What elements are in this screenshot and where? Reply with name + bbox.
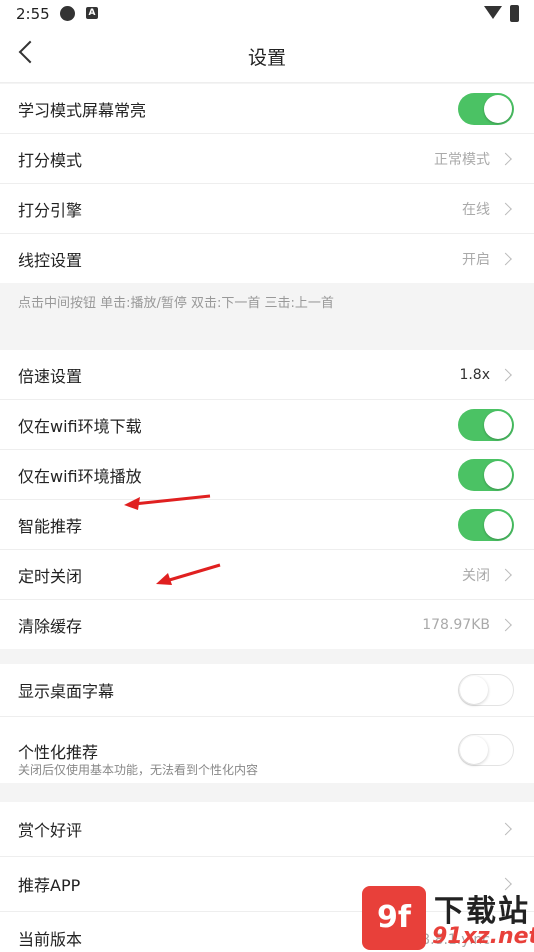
a-notification-icon: A <box>86 7 98 19</box>
chevron-right-icon <box>499 252 512 265</box>
smart-recommend-toggle[interactable] <box>458 508 514 541</box>
row-speed[interactable]: 倍速设置 1.8x <box>0 350 534 400</box>
toggle-knob <box>484 94 512 123</box>
desktop-lyrics-toggle[interactable] <box>458 674 514 706</box>
row-rate-app[interactable]: 赏个好评 <box>0 802 534 857</box>
row-value: 正常模式 <box>434 151 490 168</box>
row-desktop-lyrics: 显示桌面字幕 <box>0 664 534 717</box>
watermark: 9f 下载站 91xz.net <box>362 886 534 950</box>
toggle-knob <box>484 460 512 489</box>
row-label: 显示桌面字幕 <box>18 682 115 701</box>
settings-group-playback: 倍速设置 1.8x 仅在wifi环境下载 仅在wifi环境播放 智能推荐 定时关… <box>0 350 534 649</box>
row-value: 关闭 <box>462 567 490 584</box>
settings-group-display: 显示桌面字幕 个性化推荐 关闭后仅使用基本功能，无法看到个性化内容 <box>0 664 534 783</box>
personalized-recommend-toggle[interactable] <box>458 734 514 766</box>
row-label: 仅在wifi环境下载 <box>18 416 142 436</box>
row-wifi-play: 仅在wifi环境播放 <box>0 450 534 500</box>
annotation-arrow-1 <box>124 494 211 510</box>
row-wifi-download: 仅在wifi环境下载 <box>0 400 534 450</box>
watermark-text-bottom: 91xz.net <box>432 924 534 949</box>
row-label: 线控设置 <box>18 250 83 270</box>
row-study-mode-screen-on: 学习模式屏幕常亮 <box>0 84 534 134</box>
row-sublabel: 关闭后仅使用基本功能，无法看到个性化内容 <box>18 763 259 777</box>
app-notification-icon <box>60 6 75 21</box>
status-time: 2:55 <box>16 5 50 23</box>
row-label: 打分引擎 <box>18 200 83 220</box>
battery-icon <box>510 5 519 22</box>
chevron-right-icon <box>499 568 512 581</box>
row-label: 个性化推荐 <box>18 743 99 762</box>
row-label: 推荐APP <box>18 876 81 895</box>
toggle-knob <box>484 410 512 439</box>
app-header: 设置 <box>0 28 534 83</box>
row-label: 当前版本 <box>18 930 83 949</box>
chevron-right-icon <box>499 618 512 631</box>
watermark-logo: 9f <box>362 886 426 950</box>
row-personalized-recommend: 个性化推荐 关闭后仅使用基本功能，无法看到个性化内容 <box>0 717 534 783</box>
row-label: 清除缓存 <box>18 616 83 636</box>
wifi-download-toggle[interactable] <box>458 408 514 441</box>
toggle-knob <box>460 675 488 704</box>
row-smart-recommend: 智能推荐 <box>0 500 534 550</box>
row-label: 仅在wifi环境播放 <box>18 466 142 486</box>
row-label: 定时关闭 <box>18 566 83 586</box>
chevron-right-icon <box>499 368 512 381</box>
row-value: 开启 <box>462 251 490 268</box>
settings-group-general: 学习模式屏幕常亮 打分模式 正常模式 打分引擎 在线 线控设置 开启 <box>0 84 534 283</box>
row-label: 学习模式屏幕常亮 <box>18 100 147 120</box>
wifi-icon <box>484 6 502 19</box>
toggle-knob <box>484 510 512 539</box>
row-label: 智能推荐 <box>18 516 83 536</box>
chevron-right-icon <box>499 822 512 836</box>
wire-control-note: 点击中间按钮 单击:播放/暂停 双击:下一首 三击:上一首 <box>18 296 334 311</box>
chevron-right-icon <box>499 152 512 165</box>
toggle-knob <box>460 735 488 764</box>
row-value: 1.8x <box>459 366 490 383</box>
row-label: 赏个好评 <box>18 821 83 840</box>
annotation-arrow-2 <box>156 563 221 585</box>
row-label: 打分模式 <box>18 150 83 170</box>
row-timer-close[interactable]: 定时关闭 关闭 <box>0 550 534 600</box>
study-mode-screen-on-toggle[interactable] <box>458 92 514 125</box>
row-value: 在线 <box>462 201 490 218</box>
wifi-play-toggle[interactable] <box>458 458 514 491</box>
row-value: 178.97KB <box>422 616 490 633</box>
status-bar: 2:55 A <box>0 0 534 28</box>
chevron-right-icon <box>499 202 512 215</box>
row-scoring-mode[interactable]: 打分模式 正常模式 <box>0 134 534 184</box>
row-scoring-engine[interactable]: 打分引擎 在线 <box>0 184 534 234</box>
row-clear-cache[interactable]: 清除缓存 178.97KB <box>0 600 534 649</box>
row-wire-control[interactable]: 线控设置 开启 <box>0 234 534 283</box>
row-label: 倍速设置 <box>18 366 83 386</box>
page-title: 设置 <box>247 47 286 69</box>
